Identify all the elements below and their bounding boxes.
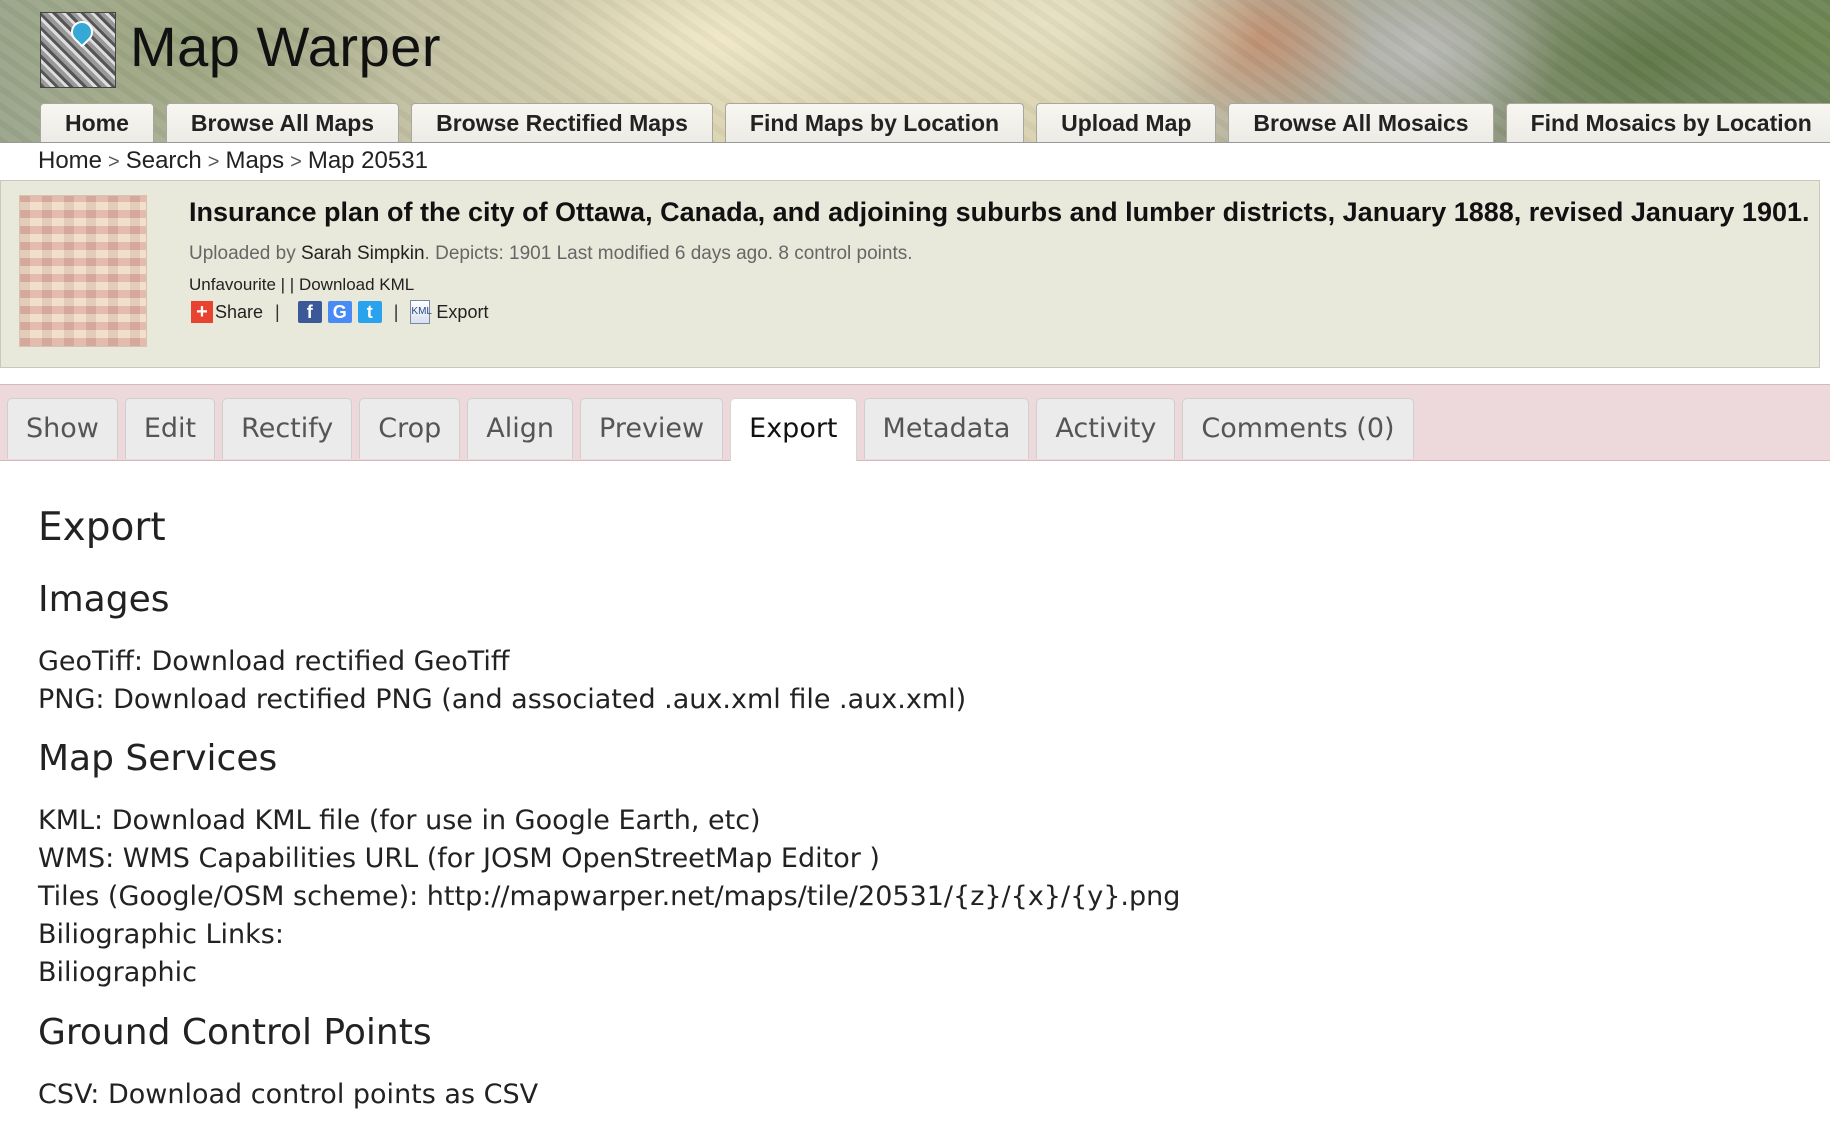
tiles-url[interactable]: Tiles (Google/OSM scheme): http://mapwar… <box>38 881 1180 912</box>
breadcrumb-separator: > <box>207 151 220 173</box>
nav-browse-rectified-maps[interactable]: Browse Rectified Maps <box>411 103 713 142</box>
bibliographic-link[interactable]: Biliographic <box>38 957 197 988</box>
separator: | <box>393 301 399 322</box>
plus-share-icon[interactable]: + <box>191 301 213 323</box>
map-meta-details: . Depicts: 1901 Last modified 6 days ago… <box>424 243 913 264</box>
geotiff-link[interactable]: GeoTiff: Download rectified GeoTiff <box>38 646 510 677</box>
tab-preview[interactable]: Preview <box>580 398 724 459</box>
nav-home[interactable]: Home <box>40 103 154 142</box>
breadcrumb-current: Map 20531 <box>307 147 428 174</box>
map-info-box: Insurance plan of the city of Ottawa, Ca… <box>0 180 1820 368</box>
wms-link[interactable]: WMS: WMS Capabilities URL (for JOSM Open… <box>38 843 880 874</box>
map-tabs: Show Edit Rectify Crop Align Preview Exp… <box>7 398 1421 461</box>
uploaded-by-label: Uploaded by <box>189 243 296 264</box>
kml-link[interactable]: KML: Download KML file (for use in Googl… <box>38 805 761 836</box>
nav-find-maps-by-location[interactable]: Find Maps by Location <box>724 103 1025 142</box>
breadcrumb: Home > Search > Maps > Map 20531 <box>38 147 428 175</box>
nav-upload-map[interactable]: Upload Map <box>1036 103 1217 142</box>
map-actions: Unfavourite | | Download KML <box>189 275 415 294</box>
header-divider <box>0 142 1830 143</box>
bibliographic-links-label: Biliographic Links: <box>38 919 284 950</box>
tab-align[interactable]: Align <box>467 398 574 459</box>
breadcrumb-home[interactable]: Home <box>38 147 102 174</box>
kml-export-icon[interactable]: KML <box>410 300 432 324</box>
tab-edit[interactable]: Edit <box>124 398 216 459</box>
tab-activity[interactable]: Activity <box>1036 398 1176 459</box>
download-kml-link[interactable]: Download KML <box>299 275 414 294</box>
breadcrumb-search[interactable]: Search <box>126 147 202 174</box>
google-icon[interactable]: G <box>327 301 352 323</box>
main-nav: Home Browse All Maps Browse Rectified Ma… <box>40 103 1830 143</box>
map-services-heading: Map Services <box>38 738 278 779</box>
tab-export[interactable]: Export <box>730 398 857 461</box>
ground-control-points-heading: Ground Control Points <box>38 1012 432 1053</box>
breadcrumb-separator: > <box>108 151 120 173</box>
breadcrumb-maps[interactable]: Maps <box>225 147 284 174</box>
share-row: + Share | f G t | KML Export <box>191 299 488 325</box>
page-title: Export <box>38 505 166 550</box>
uploader-link[interactable]: Sarah Simpkin <box>301 243 425 264</box>
site-title[interactable]: Map Warper <box>130 14 441 79</box>
nav-find-mosaics-by-location[interactable]: Find Mosaics by Location <box>1505 103 1830 142</box>
site-header: Map Warper Home Browse All Maps Browse R… <box>0 0 1830 143</box>
breadcrumb-separator: > <box>290 151 302 173</box>
site-logo[interactable] <box>40 12 116 88</box>
csv-link[interactable]: CSV: Download control points as CSV <box>38 1079 538 1110</box>
map-title: Insurance plan of the city of Ottawa, Ca… <box>189 197 1810 227</box>
export-link[interactable]: Export <box>436 302 488 323</box>
tab-show[interactable]: Show <box>7 398 118 459</box>
nav-browse-all-mosaics[interactable]: Browse All Mosaics <box>1228 103 1494 142</box>
tab-metadata[interactable]: Metadata <box>863 398 1030 459</box>
map-pin-icon <box>66 16 98 48</box>
unfavourite-link[interactable]: Unfavourite <box>189 275 276 294</box>
map-meta: Uploaded by Sarah Simpkin. Depicts: 1901… <box>189 243 913 265</box>
twitter-icon[interactable]: t <box>357 301 382 323</box>
facebook-icon[interactable]: f <box>297 301 322 323</box>
map-thumbnail[interactable] <box>19 195 147 347</box>
png-link[interactable]: PNG: Download rectified PNG (and associa… <box>38 684 966 715</box>
separator: | <box>275 301 280 322</box>
share-link[interactable]: Share <box>215 302 263 323</box>
tab-comments[interactable]: Comments (0) <box>1182 398 1414 459</box>
images-heading: Images <box>38 579 170 620</box>
tab-crop[interactable]: Crop <box>359 398 461 459</box>
tab-rectify[interactable]: Rectify <box>222 398 353 459</box>
nav-browse-all-maps[interactable]: Browse All Maps <box>165 103 400 142</box>
